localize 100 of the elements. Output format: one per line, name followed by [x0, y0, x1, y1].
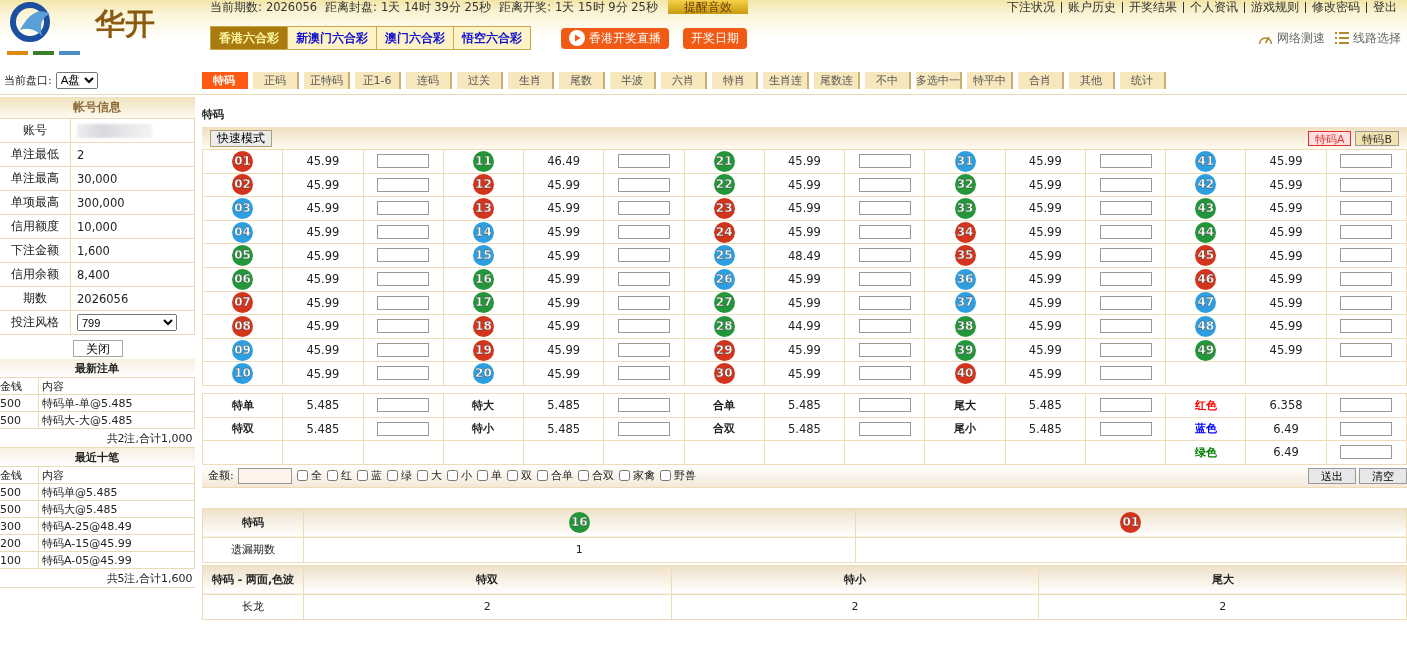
bet-amount-field[interactable]: [617, 272, 670, 286]
game-tab[interactable]: 连码: [406, 71, 452, 89]
checkbox[interactable]: [326, 470, 338, 482]
checkbox[interactable]: [356, 470, 368, 482]
bet-amount-field[interactable]: [617, 319, 670, 334]
bet-amount-field[interactable]: [858, 248, 911, 263]
bet-amount-field[interactable]: [1340, 295, 1393, 310]
bet-amount-field[interactable]: [617, 366, 670, 381]
bet-style-select[interactable]: 799: [77, 314, 177, 331]
bet-amount-field[interactable]: [1340, 154, 1393, 169]
line-select-link[interactable]: 线路选择: [1335, 30, 1401, 46]
bet-amount-field[interactable]: [617, 421, 670, 436]
bet-amount-field[interactable]: [377, 177, 430, 192]
bet-amount-field[interactable]: [858, 319, 911, 334]
game-tab[interactable]: 生肖连: [763, 71, 809, 89]
speed-test-link[interactable]: 网络测速: [1258, 30, 1325, 46]
lottery-tab[interactable]: 悟空六合彩: [454, 27, 530, 49]
bet-amount-field[interactable]: [377, 248, 430, 263]
game-tab[interactable]: 合肖: [1018, 71, 1064, 89]
checkbox[interactable]: [536, 470, 548, 482]
bet-amount-field[interactable]: [377, 366, 430, 381]
bet-amount-field[interactable]: [858, 421, 911, 436]
bet-amount-field[interactable]: [1340, 201, 1393, 216]
live-button[interactable]: 香港开奖直播: [561, 27, 669, 49]
game-tab[interactable]: 特肖: [712, 71, 758, 89]
bet-amount-field[interactable]: [1099, 398, 1152, 412]
bet-amount-field[interactable]: [858, 295, 911, 310]
bet-amount-field[interactable]: [858, 201, 911, 216]
bet-amount-field[interactable]: [1099, 154, 1152, 169]
nav-link[interactable]: 开奖结果: [1123, 0, 1183, 15]
bet-amount-field[interactable]: [858, 177, 911, 192]
checkbox[interactable]: [416, 470, 428, 482]
bet-amount-field[interactable]: [1340, 319, 1393, 334]
game-tab[interactable]: 多选中一: [916, 71, 962, 89]
bet-amount-field[interactable]: [617, 201, 670, 216]
game-tab[interactable]: 六肖: [661, 71, 707, 89]
checkbox[interactable]: [446, 470, 458, 482]
bet-amount-field[interactable]: [1340, 421, 1393, 436]
game-tab[interactable]: 过关: [457, 71, 503, 89]
bet-amount-field[interactable]: [1099, 248, 1152, 263]
market-select[interactable]: A盘: [55, 71, 98, 89]
bet-amount-field[interactable]: [1340, 248, 1393, 263]
game-tab[interactable]: 半波: [610, 71, 656, 89]
bet-amount-field[interactable]: [858, 224, 911, 239]
bet-amount-field[interactable]: [1099, 421, 1152, 436]
bet-amount-field[interactable]: [617, 154, 670, 169]
bet-amount-field[interactable]: [858, 272, 911, 286]
game-tab[interactable]: 其他: [1069, 71, 1115, 89]
bet-amount-field[interactable]: [1099, 342, 1152, 357]
draw-date-button[interactable]: 开奖日期: [683, 27, 747, 49]
checkbox[interactable]: [577, 470, 589, 482]
bet-amount-field[interactable]: [1340, 445, 1393, 460]
bet-amount-field[interactable]: [377, 224, 430, 239]
bet-amount-field[interactable]: [617, 177, 670, 192]
nav-link[interactable]: 下注状况: [1001, 0, 1061, 15]
nav-link[interactable]: 账户历史: [1062, 0, 1122, 15]
checkbox[interactable]: [506, 470, 518, 482]
game-tab[interactable]: 不中: [865, 71, 911, 89]
clear-button[interactable]: 清空: [1359, 467, 1407, 484]
bet-amount-field[interactable]: [617, 342, 670, 357]
bet-amount-field[interactable]: [377, 201, 430, 216]
nav-link[interactable]: 修改密码: [1306, 0, 1366, 15]
game-tab[interactable]: 统计: [1120, 71, 1166, 89]
bet-amount-field[interactable]: [858, 366, 911, 381]
bet-amount-field[interactable]: [377, 295, 430, 310]
bet-amount-field[interactable]: [1099, 366, 1152, 381]
bet-amount-field[interactable]: [617, 398, 670, 412]
bet-amount-field[interactable]: [1340, 272, 1393, 286]
checkbox[interactable]: [296, 470, 308, 482]
lottery-tab[interactable]: 新澳门六合彩: [288, 27, 377, 49]
bet-amount-field[interactable]: [377, 272, 430, 286]
game-tab[interactable]: 正特码: [304, 71, 350, 89]
bet-amount-field[interactable]: [1099, 177, 1152, 192]
bet-amount-field[interactable]: [377, 342, 430, 357]
submit-button[interactable]: 送出: [1308, 467, 1356, 484]
bet-amount-field[interactable]: [377, 398, 430, 412]
lottery-tab[interactable]: 香港六合彩: [211, 27, 288, 49]
quick-mode-button[interactable]: 快速模式: [210, 129, 272, 147]
nav-link[interactable]: 登出: [1367, 0, 1403, 15]
bet-amount-field[interactable]: [1099, 201, 1152, 216]
game-tab[interactable]: 尾数连: [814, 71, 860, 89]
bet-amount-field[interactable]: [1099, 272, 1152, 286]
variant-tab[interactable]: 特码A: [1307, 130, 1352, 146]
variant-tab[interactable]: 特码B: [1355, 130, 1399, 146]
bet-amount-field[interactable]: [1340, 224, 1393, 239]
game-tab[interactable]: 正1-6: [355, 71, 401, 89]
nav-link[interactable]: 游戏规则: [1245, 0, 1305, 15]
bet-amount-field[interactable]: [617, 224, 670, 239]
close-button[interactable]: 关闭: [72, 340, 123, 357]
lottery-tab[interactable]: 澳门六合彩: [377, 27, 454, 49]
game-tab[interactable]: 尾数: [559, 71, 605, 89]
checkbox[interactable]: [476, 470, 488, 482]
bet-amount-field[interactable]: [1099, 224, 1152, 239]
bet-amount-field[interactable]: [377, 319, 430, 334]
bet-amount-field[interactable]: [617, 295, 670, 310]
game-tab[interactable]: 正码: [253, 71, 299, 89]
amount-field[interactable]: [237, 467, 292, 484]
bet-amount-field[interactable]: [1340, 342, 1393, 357]
bet-amount-field[interactable]: [1099, 319, 1152, 334]
bet-amount-field[interactable]: [858, 342, 911, 357]
